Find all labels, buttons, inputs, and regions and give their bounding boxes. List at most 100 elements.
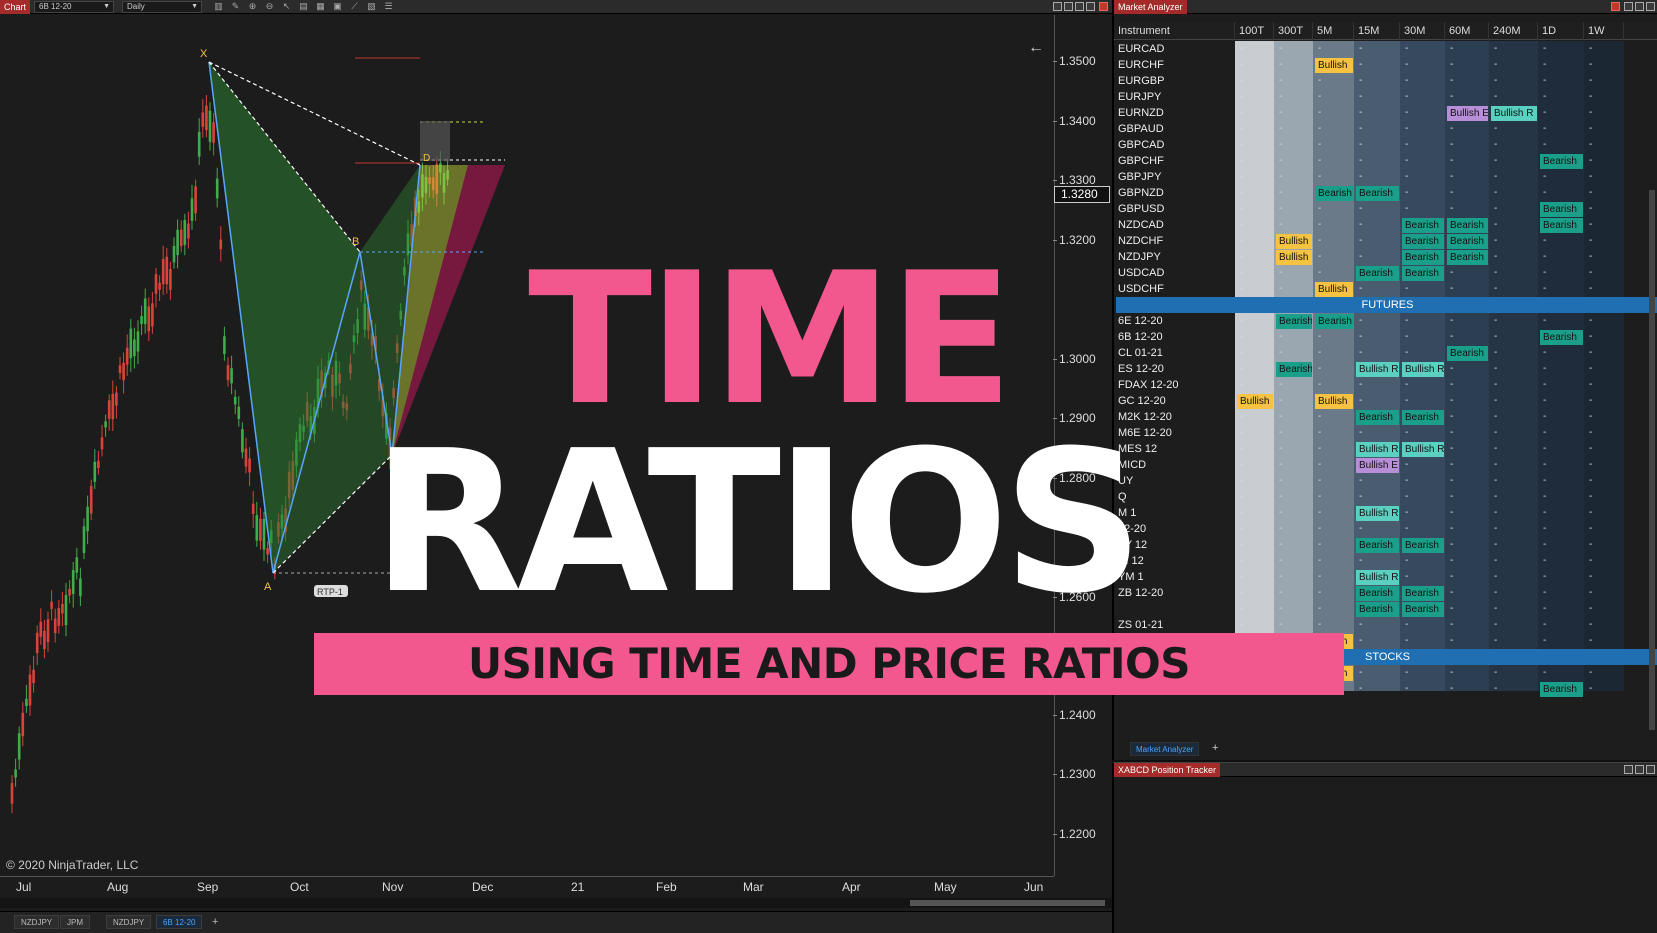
empty-cell[interactable]: - [1450, 553, 1453, 569]
signal-cell[interactable]: Bullish R [1356, 570, 1399, 585]
horizontal-scrollbar[interactable] [0, 898, 1112, 908]
empty-cell[interactable]: - [1450, 473, 1453, 489]
empty-cell[interactable]: - [1589, 41, 1592, 57]
empty-cell[interactable]: - [1543, 425, 1546, 441]
empty-cell[interactable]: - [1318, 537, 1321, 553]
empty-cell[interactable]: - [1589, 665, 1592, 681]
empty-cell[interactable]: - [1543, 137, 1546, 153]
signal-cell[interactable]: Bearish [1447, 346, 1488, 361]
empty-cell[interactable]: - [1450, 633, 1453, 649]
empty-cell[interactable]: - [1279, 377, 1282, 393]
empty-cell[interactable]: - [1494, 281, 1497, 297]
empty-cell[interactable]: - [1279, 393, 1282, 409]
empty-cell[interactable]: - [1240, 409, 1243, 425]
empty-cell[interactable]: - [1318, 137, 1321, 153]
empty-cell[interactable]: - [1589, 473, 1592, 489]
empty-cell[interactable]: - [1240, 505, 1243, 521]
empty-cell[interactable]: - [1543, 377, 1546, 393]
empty-cell[interactable]: - [1543, 105, 1546, 121]
empty-cell[interactable]: - [1450, 441, 1453, 457]
empty-cell[interactable]: - [1240, 185, 1243, 201]
signal-cell[interactable]: Bearish [1315, 314, 1353, 329]
empty-cell[interactable]: - [1359, 681, 1362, 697]
empty-cell[interactable]: - [1494, 585, 1497, 601]
empty-cell[interactable]: - [1318, 345, 1321, 361]
empty-cell[interactable]: - [1279, 105, 1282, 121]
empty-cell[interactable]: - [1450, 185, 1453, 201]
signal-cell[interactable]: Bearish [1402, 266, 1444, 281]
empty-cell[interactable]: - [1240, 617, 1243, 633]
tab-6b-12-20[interactable]: 6B 12-20 [156, 915, 203, 929]
empty-cell[interactable]: - [1494, 233, 1497, 249]
empty-cell[interactable]: - [1318, 233, 1321, 249]
empty-cell[interactable]: - [1494, 441, 1497, 457]
empty-cell[interactable]: - [1543, 585, 1546, 601]
empty-cell[interactable]: - [1318, 41, 1321, 57]
empty-cell[interactable]: - [1405, 153, 1408, 169]
empty-cell[interactable]: - [1589, 105, 1592, 121]
bar-type-icon[interactable]: ▥ [213, 1, 224, 12]
empty-cell[interactable]: - [1318, 569, 1321, 585]
empty-cell[interactable]: - [1405, 41, 1408, 57]
empty-cell[interactable]: - [1359, 345, 1362, 361]
empty-cell[interactable]: - [1405, 121, 1408, 137]
empty-cell[interactable]: - [1589, 201, 1592, 217]
maximize-button[interactable] [1075, 2, 1084, 11]
empty-cell[interactable]: - [1589, 425, 1592, 441]
empty-cell[interactable]: - [1405, 553, 1408, 569]
instrument-name[interactable]: EURGBP [1118, 73, 1164, 89]
indicators-icon[interactable]: ▦ [315, 1, 326, 12]
restore-button[interactable] [1064, 2, 1073, 11]
empty-cell[interactable]: - [1543, 89, 1546, 105]
minimize-button[interactable] [1624, 765, 1633, 774]
empty-cell[interactable]: - [1318, 329, 1321, 345]
signal-cell[interactable]: Bullish [1237, 394, 1273, 409]
empty-cell[interactable]: - [1543, 473, 1546, 489]
empty-cell[interactable]: - [1279, 489, 1282, 505]
empty-cell[interactable]: - [1450, 313, 1453, 329]
signal-cell[interactable]: Bearish [1402, 218, 1444, 233]
empty-cell[interactable]: - [1359, 553, 1362, 569]
empty-cell[interactable]: - [1589, 601, 1592, 617]
empty-cell[interactable]: - [1359, 393, 1362, 409]
empty-cell[interactable]: - [1543, 73, 1546, 89]
empty-cell[interactable]: - [1450, 201, 1453, 217]
empty-cell[interactable]: - [1589, 617, 1592, 633]
instrument-selector[interactable]: 6B 12-20 ▼ [34, 1, 114, 13]
empty-cell[interactable]: - [1589, 233, 1592, 249]
empty-cell[interactable]: - [1405, 185, 1408, 201]
column-header[interactable]: 30M [1400, 22, 1445, 40]
signal-cell[interactable]: Bearish [1356, 538, 1399, 553]
empty-cell[interactable]: - [1405, 329, 1408, 345]
empty-cell[interactable]: - [1543, 361, 1546, 377]
empty-cell[interactable]: - [1240, 41, 1243, 57]
empty-cell[interactable]: - [1279, 201, 1282, 217]
empty-cell[interactable]: - [1279, 585, 1282, 601]
empty-cell[interactable]: - [1543, 121, 1546, 137]
templates-icon[interactable]: ▧ [366, 1, 377, 12]
signal-cell[interactable]: Bearish [1540, 154, 1583, 169]
signal-cell[interactable]: Bullish R [1356, 442, 1399, 457]
empty-cell[interactable]: - [1240, 73, 1243, 89]
empty-cell[interactable]: - [1589, 329, 1592, 345]
empty-cell[interactable]: - [1543, 505, 1546, 521]
empty-cell[interactable]: - [1494, 681, 1497, 697]
empty-cell[interactable]: - [1359, 57, 1362, 73]
empty-cell[interactable]: - [1494, 329, 1497, 345]
empty-cell[interactable]: - [1450, 409, 1453, 425]
empty-cell[interactable]: - [1279, 217, 1282, 233]
empty-cell[interactable]: - [1450, 537, 1453, 553]
empty-cell[interactable]: - [1318, 585, 1321, 601]
signal-cell[interactable]: Bearish [1540, 682, 1583, 697]
empty-cell[interactable]: - [1240, 313, 1243, 329]
empty-cell[interactable]: - [1589, 457, 1592, 473]
empty-cell[interactable]: - [1318, 441, 1321, 457]
empty-cell[interactable]: - [1279, 345, 1282, 361]
empty-cell[interactable]: - [1279, 601, 1282, 617]
empty-cell[interactable]: - [1279, 57, 1282, 73]
minimize-button[interactable] [1624, 2, 1633, 11]
empty-cell[interactable]: - [1450, 265, 1453, 281]
empty-cell[interactable]: - [1589, 377, 1592, 393]
empty-cell[interactable]: - [1359, 73, 1362, 89]
maximize-button[interactable] [1635, 765, 1644, 774]
